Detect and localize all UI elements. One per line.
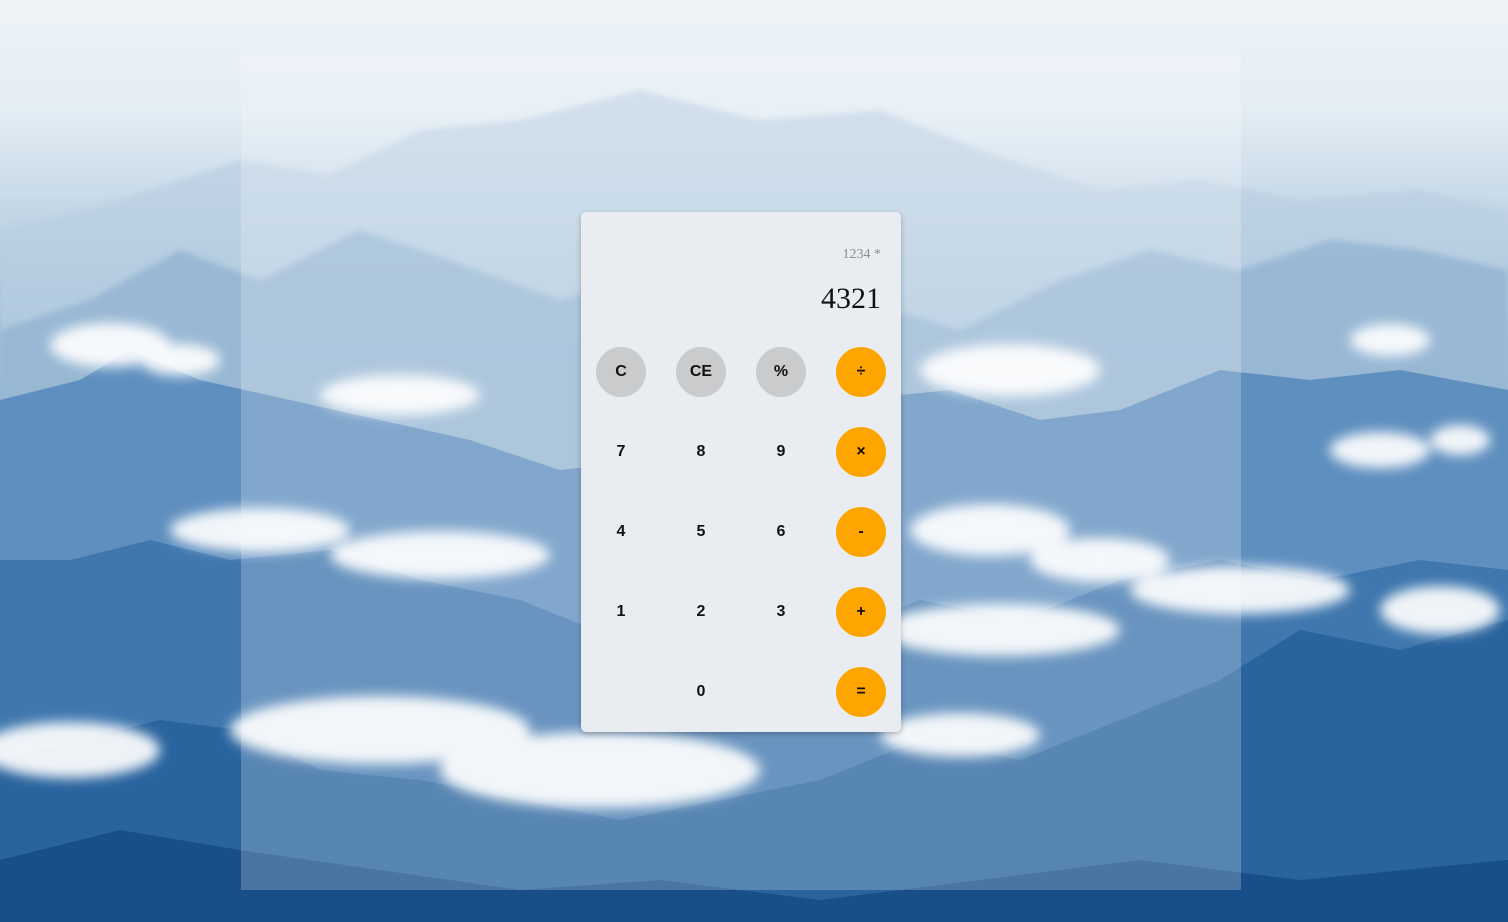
multiply-button[interactable]: × [836,427,886,477]
digit-6-button[interactable]: 6 [756,507,806,557]
clear-button[interactable]: C [596,347,646,397]
result-display: 4321 [821,282,881,315]
divide-button[interactable]: ÷ [836,347,886,397]
clear-entry-button[interactable]: CE [676,347,726,397]
percent-button[interactable]: % [756,347,806,397]
subtract-button[interactable]: - [836,507,886,557]
equals-button[interactable]: = [836,667,886,717]
digit-9-button[interactable]: 9 [756,427,806,477]
digit-5-button[interactable]: 5 [676,507,726,557]
calculator: 1234 * 4321 C CE % ÷ 7 8 9 × 4 5 6 - 1 2… [581,212,901,732]
digit-3-button[interactable]: 3 [756,587,806,637]
expression-display: 1234 * [842,247,882,262]
digit-0-button[interactable]: 0 [676,667,726,717]
digit-2-button[interactable]: 2 [676,587,726,637]
digit-4-button[interactable]: 4 [596,507,646,557]
digit-7-button[interactable]: 7 [596,427,646,477]
digit-8-button[interactable]: 8 [676,427,726,477]
digit-1-button[interactable]: 1 [596,587,646,637]
add-button[interactable]: + [836,587,886,637]
